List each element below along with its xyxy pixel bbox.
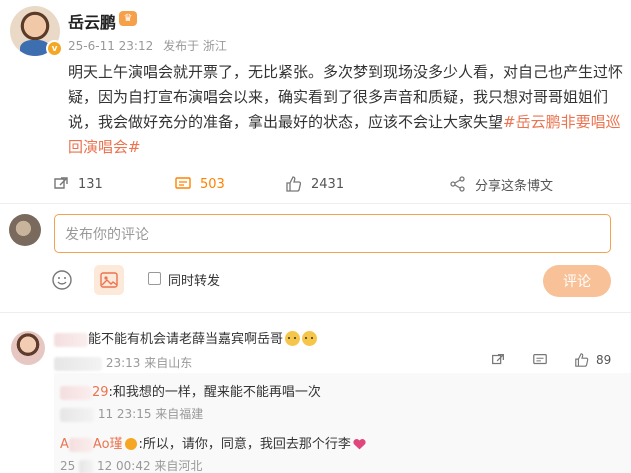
blurred-date	[60, 407, 94, 422]
reply-content: :和我想的一样，醒来能不能再唱一次	[108, 385, 321, 400]
blurred-username	[54, 332, 88, 347]
commenter-avatar[interactable]	[11, 331, 45, 365]
crown-icon[interactable]: ♛	[119, 11, 137, 26]
reply-time-prefix: 25	[60, 459, 76, 473]
blurred-date	[79, 459, 94, 473]
reply-meta: 11 23:15 来自福建	[60, 405, 203, 422]
reply-username[interactable]: 29	[92, 385, 109, 400]
comment-content: 能不能有机会请老薛当嘉宾啊岳哥	[88, 332, 284, 347]
share-button[interactable]: 分享这条博文	[449, 173, 553, 195]
comment-input-placeholder: 发布你的评论	[65, 226, 149, 243]
reply-username[interactable]: Ao瑾	[93, 437, 123, 452]
reply-text: A Ao瑾 :所以，请你，同意，我回去那个行李	[60, 433, 366, 452]
author-name[interactable]: 岳云鹏	[68, 9, 116, 33]
like-count: 2431	[311, 176, 345, 192]
reply-time: 12 00:42 来自河北	[96, 459, 203, 473]
reply-meta: 25 12 00:42 来自河北	[60, 457, 202, 473]
verified-badge-icon	[124, 438, 137, 450]
comment-button[interactable]: 503	[174, 173, 225, 195]
comment-text: 能不能有机会请老薛当嘉宾啊岳哥	[54, 328, 318, 347]
blurred-date	[54, 356, 102, 371]
cat-emoji-icon	[285, 331, 301, 346]
repost-button[interactable]: 131	[52, 173, 103, 195]
emoji-icon[interactable]	[48, 266, 76, 294]
reply-username-prefix[interactable]: A	[60, 437, 69, 452]
comment-actions: 89	[490, 352, 611, 368]
post-body: 明天上午演唱会就开票了，无比紧张。多次梦到现场没多少人看，对自己也产生过怀疑，因…	[68, 60, 628, 160]
blurred-username	[68, 437, 93, 452]
repost-icon	[54, 177, 68, 189]
divider	[0, 203, 631, 204]
image-icon[interactable]	[94, 265, 124, 295]
repost-checkbox[interactable]	[148, 272, 161, 285]
reply-text: 29:和我想的一样，醒来能不能再唱一次	[60, 381, 321, 400]
share-icon	[450, 176, 465, 192]
divider	[0, 312, 631, 313]
like-button[interactable]: 2431	[285, 173, 344, 195]
reply-content: :所以，请你，同意，我回去那个行李	[138, 437, 351, 452]
comment-input[interactable]: 发布你的评论	[54, 214, 611, 253]
post-location: 发布于 浙江	[163, 39, 227, 53]
comment-like-count: 89	[596, 353, 612, 367]
comment-icon[interactable]	[532, 352, 548, 368]
post-date[interactable]: 25-6-11 23:12	[68, 39, 153, 53]
repost-icon[interactable]	[490, 352, 506, 368]
comment-time: 23:13 来自山东	[105, 356, 193, 370]
repost-count: 131	[78, 176, 103, 192]
blurred-username	[60, 385, 92, 400]
verified-badge-icon: v	[46, 40, 63, 57]
submit-comment-button[interactable]: 评论	[543, 265, 611, 297]
comment-meta: 23:13 来自山东	[54, 354, 192, 371]
comment-count: 503	[200, 176, 225, 192]
current-user-avatar	[9, 214, 41, 246]
heart-emoji-icon	[353, 439, 366, 450]
repost-checkbox-label[interactable]: 同时转发	[168, 270, 220, 289]
cat-emoji-icon	[302, 331, 318, 346]
share-label: 分享这条博文	[475, 178, 554, 194]
post-meta: 25-6-11 23:12 发布于 浙江	[68, 37, 233, 54]
reply-time: 11 23:15 来自福建	[97, 407, 204, 421]
comment-icon	[175, 177, 191, 189]
thumbs-up-icon[interactable]	[574, 352, 590, 368]
thumbs-up-icon	[286, 176, 302, 192]
